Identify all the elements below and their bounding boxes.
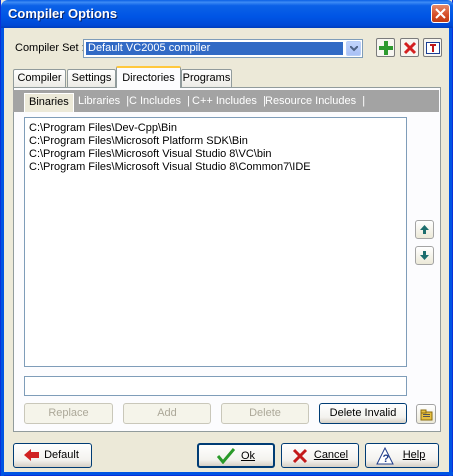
cancel-button[interactable]: Cancel: [281, 443, 359, 468]
close-icon: [435, 8, 446, 19]
chevron-down-icon: [350, 46, 358, 52]
tab-label: Settings: [71, 72, 112, 84]
ok-button[interactable]: Ok: [197, 443, 275, 468]
subtab-separator: |: [184, 95, 190, 107]
subtab-resource-includes[interactable]: Resource Includes |: [265, 93, 365, 110]
checkmark-icon: [217, 448, 235, 464]
subtab-label: C Includes: [129, 95, 181, 107]
rename-icon: [426, 42, 440, 54]
tab-label: Programs: [182, 72, 231, 84]
delete-compiler-set-button[interactable]: [400, 38, 419, 57]
subtab-binaries[interactable]: Binaries: [24, 93, 74, 112]
rename-compiler-set-button[interactable]: [423, 38, 442, 57]
tab-compiler[interactable]: Compiler: [13, 69, 66, 87]
dropdown-button[interactable]: [346, 41, 361, 56]
close-button[interactable]: [431, 4, 450, 23]
add-label: Add: [157, 407, 177, 419]
red-x-icon: [292, 448, 308, 464]
title-bar: Compiler Options: [1, 0, 453, 28]
add-button[interactable]: Add: [123, 403, 211, 424]
list-item[interactable]: C:\Program Files\Microsoft Platform SDK\…: [25, 135, 406, 148]
window-title: Compiler Options: [8, 6, 118, 21]
arrow-left-icon: [24, 449, 39, 461]
tab-directories[interactable]: Directories: [116, 66, 181, 88]
list-item[interactable]: C:\Program Files\Microsoft Visual Studio…: [25, 161, 406, 174]
compiler-set-label: Compiler Set :: [15, 42, 85, 54]
compiler-options-dialog: Compiler Options Compiler Set : Default …: [0, 0, 453, 476]
plus-icon: [379, 41, 393, 55]
default-button[interactable]: Default: [13, 443, 92, 468]
red-x-icon: [403, 41, 417, 55]
help-icon: ?: [376, 447, 394, 465]
list-item[interactable]: C:\Program Files\Dev-Cpp\Bin: [25, 122, 406, 135]
help-button[interactable]: ? Help: [365, 443, 439, 468]
delete-invalid-label: Delete Invalid: [329, 407, 397, 419]
subtab-label: Binaries: [29, 96, 69, 108]
subtab-libraries[interactable]: Libraries |: [78, 93, 129, 110]
subtab-label: C++ Includes: [192, 95, 257, 107]
arrow-up-icon: [420, 225, 429, 234]
compiler-set-select[interactable]: Default VC2005 compiler: [83, 39, 363, 58]
directory-list[interactable]: C:\Program Files\Dev-Cpp\Bin C:\Program …: [24, 117, 407, 367]
add-compiler-set-button[interactable]: [376, 38, 395, 57]
directory-path-input[interactable]: [24, 376, 407, 396]
delete-label: Delete: [249, 407, 281, 419]
frame-right: [449, 28, 452, 476]
subtab-c-includes[interactable]: C Includes |: [129, 93, 190, 110]
replace-label: Replace: [48, 407, 89, 419]
browse-folder-button[interactable]: [416, 404, 436, 424]
move-down-button[interactable]: [415, 246, 434, 265]
folder-browse-icon: [420, 409, 433, 421]
tab-settings[interactable]: Settings: [67, 69, 116, 87]
subtab-label: Libraries: [78, 95, 121, 107]
move-up-button[interactable]: [415, 220, 434, 239]
directory-type-tabs: Binaries Libraries | C Includes | C++ In…: [13, 90, 439, 112]
replace-button[interactable]: Replace: [24, 403, 113, 424]
tab-label: Compiler: [17, 72, 62, 84]
compiler-set-value: Default VC2005 compiler: [86, 42, 343, 55]
svg-text:?: ?: [383, 453, 390, 465]
frame-left: [1, 28, 4, 476]
list-item[interactable]: C:\Program Files\Microsoft Visual Studio…: [25, 148, 406, 161]
delete-invalid-button[interactable]: Delete Invalid: [319, 403, 407, 424]
frame-bottom: [1, 472, 453, 475]
subtab-label: Resource Includes: [265, 95, 357, 107]
tab-label: Directories: [122, 72, 175, 84]
delete-button[interactable]: Delete: [221, 403, 309, 424]
tab-programs[interactable]: Programs: [181, 69, 232, 87]
subtab-cpp-includes[interactable]: C++ Includes |: [192, 93, 266, 110]
directory-list-items: C:\Program Files\Dev-Cpp\Bin C:\Program …: [25, 118, 406, 174]
arrow-down-icon: [420, 251, 429, 260]
subtab-separator: |: [359, 95, 366, 107]
